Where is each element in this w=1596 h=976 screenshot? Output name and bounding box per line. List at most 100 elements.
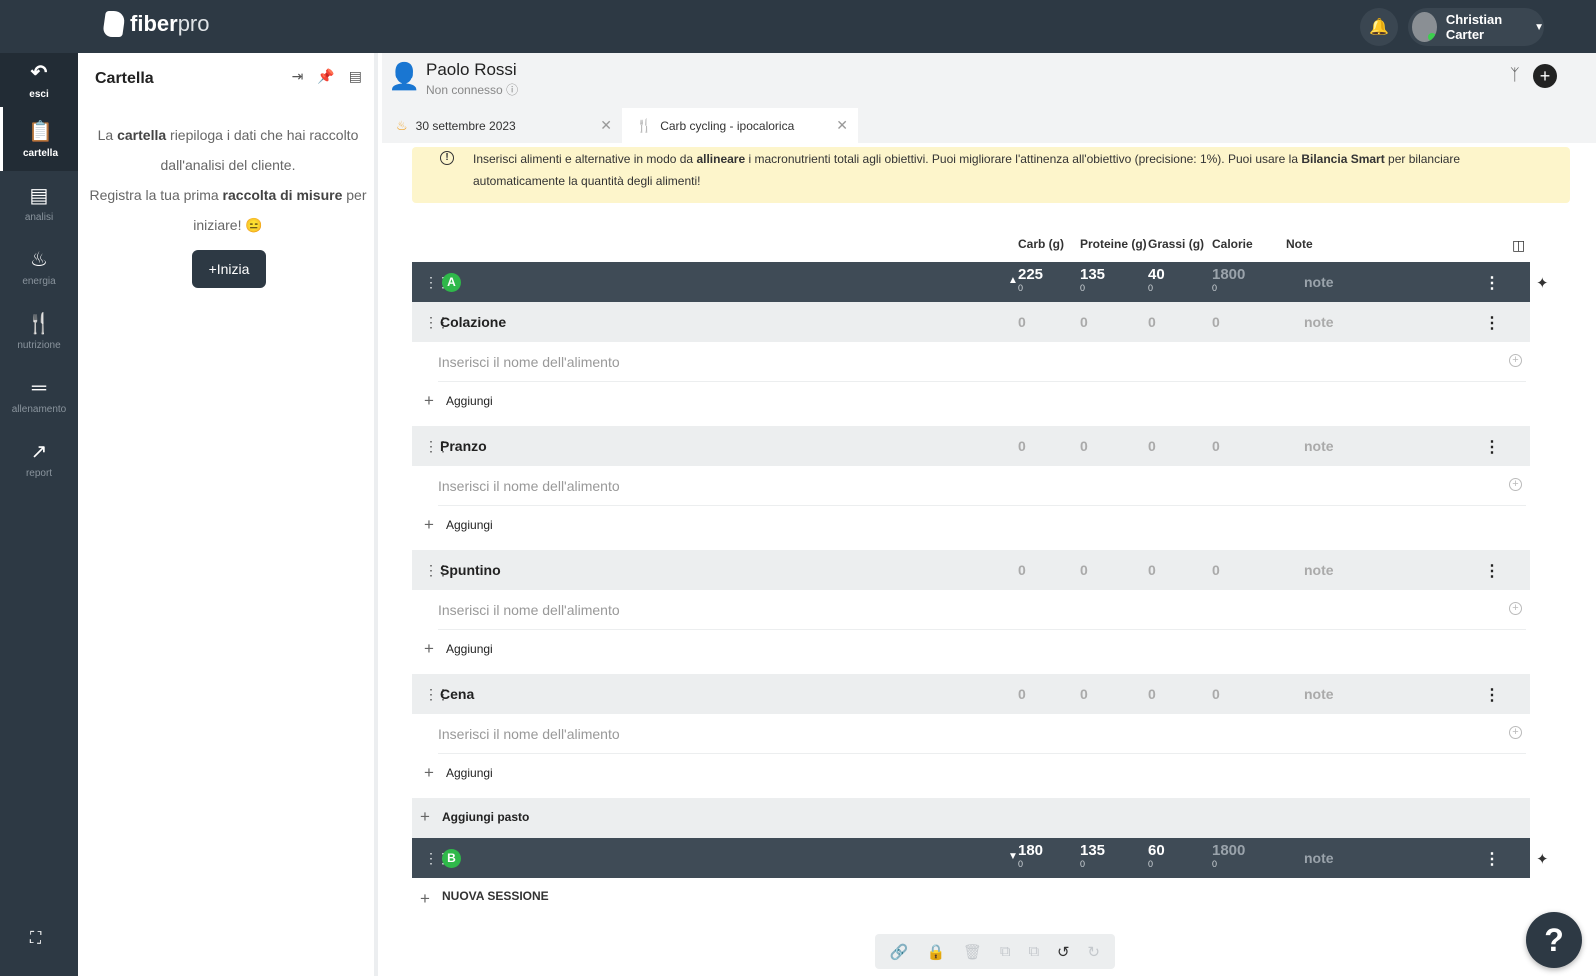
magic-wand-icon[interactable]: ✦ (1536, 274, 1549, 292)
plus-icon: + (420, 889, 430, 908)
brand-logo[interactable]: fiberpro (102, 11, 210, 37)
redo-icon[interactable]: ↻ (1087, 943, 1100, 961)
flame-icon: ♨ (396, 117, 408, 133)
add-food-button[interactable]: + Aggiungi (412, 506, 1530, 546)
session-grassi: 40 0 (1148, 266, 1165, 293)
duplicate-icon[interactable]: ⧉ (1028, 943, 1039, 960)
sidebar-item-label: cartella (22, 147, 59, 159)
close-icon[interactable]: ✕ (600, 117, 612, 134)
sidebar-item-cartella[interactable]: 📋 cartella (0, 107, 78, 171)
add-circle-icon[interactable]: + (1509, 478, 1522, 491)
sidebar-item-allenamento[interactable]: ═ allenamento (0, 363, 78, 427)
more-icon[interactable]: ⋮ (1484, 849, 1500, 869)
more-icon[interactable]: ⋮ (1484, 561, 1500, 581)
add-food-button[interactable]: + Aggiungi (412, 382, 1530, 422)
chevron-down-icon[interactable]: ▼ (1008, 851, 1018, 862)
sidebar-item-label: nutrizione (17, 339, 61, 351)
session-badge: A (442, 273, 461, 292)
link-icon[interactable]: 🔗 (890, 943, 909, 961)
chevron-up-icon[interactable]: ▲ (1008, 275, 1018, 286)
client-name: Paolo Rossi (426, 60, 517, 79)
client-header: 👤 Paolo Rossi Non connesso ⓘ ᛉ + ♨ 30 se… (382, 53, 1596, 143)
session-grassi: 60 0 (1148, 842, 1165, 869)
add-food-button[interactable]: + Aggiungi (412, 630, 1530, 670)
plus-icon: + (424, 515, 434, 534)
more-icon[interactable]: ⋮ (1484, 273, 1500, 293)
more-icon[interactable]: ⋮ (1484, 685, 1500, 705)
user-avatar-icon: 👤 (388, 61, 421, 91)
sidebar-item-label: energia (22, 275, 56, 287)
back-arrow-icon: ↶ (30, 61, 48, 84)
lock-icon[interactable]: 🔒 (926, 943, 945, 961)
add-circle-icon[interactable]: + (1509, 726, 1522, 739)
food-input[interactable]: Inserisci il nome dell'alimento + (438, 590, 1526, 630)
add-icon[interactable]: + (1533, 64, 1557, 88)
inizia-button[interactable]: + Inizia (192, 250, 266, 288)
sidebar-item-label: esci (29, 88, 49, 100)
clipboard-icon: 📋 (28, 120, 53, 143)
session-carb: 225 0 (1018, 266, 1044, 293)
magic-wand-icon[interactable]: ✦ (1536, 850, 1549, 868)
close-icon[interactable]: ✕ (836, 117, 848, 134)
undo-icon[interactable]: ↺ (1057, 943, 1070, 961)
top-bar: fiberpro 🔔 Christian Carter ▼ (0, 0, 1596, 53)
cartella-panel: Cartella ⇥ 📌 ▤ La cartella riepiloga i d… (78, 53, 378, 976)
avatar (1412, 12, 1437, 42)
bell-icon[interactable]: 🔔 (1360, 8, 1398, 46)
tab-carb-cycling[interactable]: 🍴 Carb cycling - ipocalorica ✕ (622, 108, 858, 143)
session-carb: 180 0 (1018, 842, 1044, 869)
sidebar-item-label: allenamento (11, 403, 67, 415)
session-proteine: 135 0 (1080, 842, 1106, 869)
meal-row-cena[interactable]: ⋮⋮ Cena 0 0 0 0 note ⋮ (412, 674, 1530, 714)
meal-row-spuntino[interactable]: ⋮⋮ Spuntino 0 0 0 0 note ⋮ (412, 550, 1530, 590)
add-circle-icon[interactable]: + (1509, 354, 1522, 367)
user-menu[interactable]: Christian Carter ▼ (1408, 8, 1544, 46)
session-proteine: 135 0 (1080, 266, 1106, 293)
info-alert: ! Inserisci alimenti e alternative in mo… (412, 147, 1570, 203)
brand-name: fiberpro (130, 11, 210, 36)
sidebar-item-nutrizione[interactable]: 🍴 nutrizione (0, 299, 78, 363)
flame-icon: ♨ (30, 248, 48, 271)
session-calorie: 1800 0 (1212, 266, 1246, 293)
sidebar-item-esci[interactable]: ↶ esci (0, 53, 78, 107)
food-input[interactable]: Inserisci il nome dell'alimento + (438, 466, 1526, 506)
more-icon[interactable]: ⋮ (1484, 313, 1500, 333)
fullscreen-icon[interactable]: ⛶ (30, 930, 41, 948)
session-note[interactable]: note (1304, 274, 1334, 290)
pin-icon[interactable]: 📌 (317, 68, 334, 85)
help-button[interactable]: ? (1526, 912, 1582, 968)
food-input[interactable]: Inserisci il nome dell'alimento + (438, 342, 1526, 382)
user-name: Christian Carter (1445, 12, 1503, 42)
branch-icon[interactable]: ᛉ (1510, 67, 1520, 85)
meal-row-colazione[interactable]: ⋮⋮ Colazione 0 0 0 0 note ⋮ (412, 302, 1530, 342)
new-session-button[interactable]: + NUOVA SESSIONE (412, 880, 1530, 920)
document-icon: ▤ (29, 184, 49, 207)
session-a-row[interactable]: ⋮⋮ A ▲ 225 0 135 0 40 0 1800 0 note ⋮ (412, 262, 1530, 302)
layout-icon[interactable]: ▤ (349, 68, 362, 85)
food-input[interactable]: Inserisci il nome dell'alimento + (438, 714, 1526, 754)
more-icon[interactable]: ⋮ (1484, 437, 1500, 457)
sidebar-item-report[interactable]: ↗ report (0, 427, 78, 491)
add-circle-icon[interactable]: + (1509, 602, 1522, 615)
tab-30-settembre[interactable]: ♨ 30 settembre 2023 ✕ (382, 108, 622, 143)
client-status: Non connesso ⓘ (426, 83, 519, 97)
sidebar-item-energia[interactable]: ♨ energia (0, 235, 78, 299)
session-note[interactable]: note (1304, 850, 1334, 866)
copy-icon[interactable]: ⧉ (1000, 943, 1011, 960)
sidebar-item-label: analisi (24, 211, 54, 223)
add-food-button[interactable]: + Aggiungi (412, 754, 1530, 794)
session-calorie: 1800 0 (1212, 842, 1246, 869)
session-badge: B (442, 849, 461, 868)
collapse-icon[interactable]: ⇥ (292, 68, 304, 85)
col-calorie: Calorie (1212, 237, 1253, 251)
fork-knife-icon: 🍴 (636, 117, 653, 133)
session-b-row[interactable]: ⋮⋮ B ▼ 180 0 135 0 60 0 1800 0 note ⋮ (412, 838, 1530, 878)
col-proteine: Proteine (g) (1080, 237, 1147, 251)
panel-actions: ⇥ 📌 ▤ (292, 68, 362, 85)
add-meal-button[interactable]: + Aggiungi pasto (412, 798, 1530, 838)
sidebar-item-analisi[interactable]: ▤ analisi (0, 171, 78, 235)
plus-icon: + (424, 391, 434, 410)
trash-icon[interactable]: 🗑 (963, 943, 982, 961)
columns-icon[interactable]: ◫ (1512, 237, 1525, 254)
meal-row-pranzo[interactable]: ⋮⋮ Pranzo 0 0 0 0 note ⋮ (412, 426, 1530, 466)
